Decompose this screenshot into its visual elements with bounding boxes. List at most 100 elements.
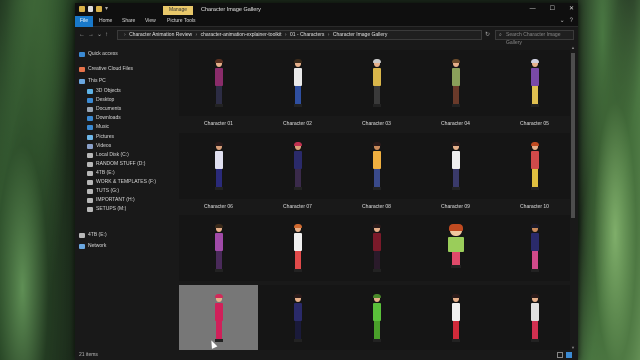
sidebar-item[interactable]: Desktop (87, 96, 114, 104)
sidebar-item[interactable]: WORK & TEMPLATES (F:) (87, 178, 156, 186)
scrollbar-thumb[interactable] (571, 53, 575, 218)
tab-file[interactable]: File (75, 16, 93, 27)
file-grid: Character 01 Character 02 Character 03 Char… (171, 45, 570, 350)
sidebar-item[interactable]: IMPORTANT (H:) (87, 196, 135, 204)
file-name-label: Character 03 (362, 121, 391, 127)
file-thumbnail[interactable]: Character 15 (495, 215, 570, 292)
sidebar-item[interactable]: 4TB (E:) (87, 169, 115, 177)
file-name-label: Character 02 (283, 121, 312, 127)
character-image (530, 142, 540, 191)
sidebar-item[interactable]: Pictures (87, 133, 114, 141)
character-image (372, 294, 382, 343)
sidebar-item-label: Local Disk (C:) (96, 152, 129, 158)
sidebar-item[interactable]: Videos (87, 142, 111, 150)
sidebar-item[interactable]: This PC (79, 77, 106, 85)
title-bar[interactable]: ▾ Manage Character Image Gallery — ☐ ✕ (75, 3, 578, 16)
sidebar-item[interactable]: 4TB (E:) (79, 231, 107, 239)
help-icon[interactable]: ? (570, 17, 573, 26)
refresh-icon[interactable]: ↻ (485, 31, 490, 38)
drive-icon (87, 206, 93, 212)
maximize-button[interactable]: ☐ (550, 5, 555, 14)
folder-icon (79, 6, 85, 12)
sidebar-item[interactable]: Downloads (87, 114, 121, 122)
window-title: Character Image Gallery (201, 7, 261, 13)
file-thumbnail[interactable]: Character 05 (495, 50, 570, 127)
sidebar-item-label: TUTS (G:) (96, 188, 120, 194)
address-bar[interactable]: › Character Animation Review › character… (117, 30, 482, 40)
new-folder-icon[interactable] (96, 6, 102, 12)
character-image (451, 59, 461, 108)
up-arrow-icon[interactable]: ↑ (105, 30, 108, 40)
sidebar-item[interactable]: 3D Objects (87, 87, 121, 95)
file-thumbnail[interactable] (258, 285, 337, 350)
properties-icon[interactable] (88, 6, 93, 12)
cloud-icon (79, 66, 85, 72)
details-view-icon[interactable] (557, 352, 563, 358)
file-thumbnail[interactable] (337, 285, 416, 350)
file-thumbnail[interactable] (495, 285, 570, 350)
character-image (372, 224, 382, 273)
tab-picture-tools[interactable]: Picture Tools (167, 16, 196, 27)
sidebar-item[interactable]: Creative Cloud Files (79, 65, 133, 73)
sidebar-item[interactable]: SETUPS (M:) (87, 205, 126, 213)
desktop-icon (87, 97, 93, 103)
scroll-up-icon[interactable]: ▲ (570, 45, 576, 50)
character-image (293, 294, 303, 343)
sidebar-item[interactable]: Local Disk (C:) (87, 151, 129, 159)
breadcrumb-segment[interactable]: Character Animation Review (129, 32, 192, 38)
sidebar-item[interactable]: TUTS (G:) (87, 187, 119, 195)
file-name-label: Character 09 (441, 204, 470, 210)
file-thumbnail[interactable]: Character 04 (416, 50, 495, 127)
character-image (214, 59, 224, 108)
file-thumbnail[interactable] (179, 285, 258, 350)
chevron-down-icon[interactable]: ⌄ (560, 17, 565, 26)
drive-icon (87, 170, 93, 176)
file-thumbnail[interactable]: Character 08 (337, 133, 416, 210)
sidebar-item[interactable]: RANDOM STUFF (D:) (87, 160, 145, 168)
videos-icon (87, 143, 93, 149)
file-thumbnail[interactable]: Character 03 (337, 50, 416, 127)
recent-locations-icon[interactable]: ⌄ (97, 30, 102, 40)
file-thumbnail[interactable]: Character 02 (258, 50, 337, 127)
documents-icon (87, 106, 93, 112)
file-thumbnail[interactable]: Character 14 (416, 215, 495, 292)
sidebar-item[interactable]: Network (79, 242, 106, 250)
vertical-scrollbar[interactable]: ▲ ▼ (570, 45, 576, 350)
file-thumbnail[interactable]: Character 01 (179, 50, 258, 127)
sidebar-item-label: IMPORTANT (H:) (96, 197, 135, 203)
minimize-button[interactable]: — (530, 5, 536, 14)
sidebar-item-label: Quick access (88, 51, 118, 57)
sidebar-item[interactable]: Quick access (79, 50, 118, 58)
drive-icon (79, 232, 85, 238)
large-icons-view-icon[interactable] (566, 352, 572, 358)
desktop-wallpaper-left (0, 0, 75, 360)
character-image (293, 142, 303, 191)
file-thumbnail[interactable]: Character 09 (416, 133, 495, 210)
file-thumbnail[interactable]: Character 11 (179, 215, 258, 292)
breadcrumb-segment[interactable]: 01 - Characters (290, 32, 324, 38)
file-thumbnail[interactable] (416, 285, 495, 350)
character-image (446, 224, 466, 273)
character-image (451, 142, 461, 191)
tab-home[interactable]: Home (99, 16, 112, 27)
close-button[interactable]: ✕ (569, 5, 574, 14)
sidebar-item[interactable]: Documents (87, 105, 121, 113)
search-input[interactable]: ⌕ Search Character Image Gallery (495, 30, 574, 46)
breadcrumb-segment[interactable]: Character Image Gallery (333, 32, 387, 38)
breadcrumb-segment[interactable]: character-animation-explainer-toolkit (201, 32, 282, 38)
tab-view[interactable]: View (145, 16, 156, 27)
file-thumbnail[interactable]: Character 07 (258, 133, 337, 210)
character-image (214, 294, 224, 343)
sidebar-item-label: Network (88, 243, 107, 249)
forward-arrow-icon[interactable]: → (88, 30, 94, 40)
file-thumbnail[interactable]: Character 12 (258, 215, 337, 292)
customize-toolbar-icon[interactable]: ▾ (105, 6, 108, 12)
manage-tab[interactable]: Manage (163, 6, 193, 15)
file-thumbnail[interactable]: Character 13 (337, 215, 416, 292)
navigation-bar: ← → ⌄ ↑ › Character Animation Review › c… (75, 28, 578, 46)
sidebar-item[interactable]: Music (87, 123, 109, 131)
back-arrow-icon[interactable]: ← (79, 30, 85, 40)
tab-share[interactable]: Share (122, 16, 135, 27)
file-thumbnail[interactable]: Character 06 (179, 133, 258, 210)
file-thumbnail[interactable]: Character 10 (495, 133, 570, 210)
